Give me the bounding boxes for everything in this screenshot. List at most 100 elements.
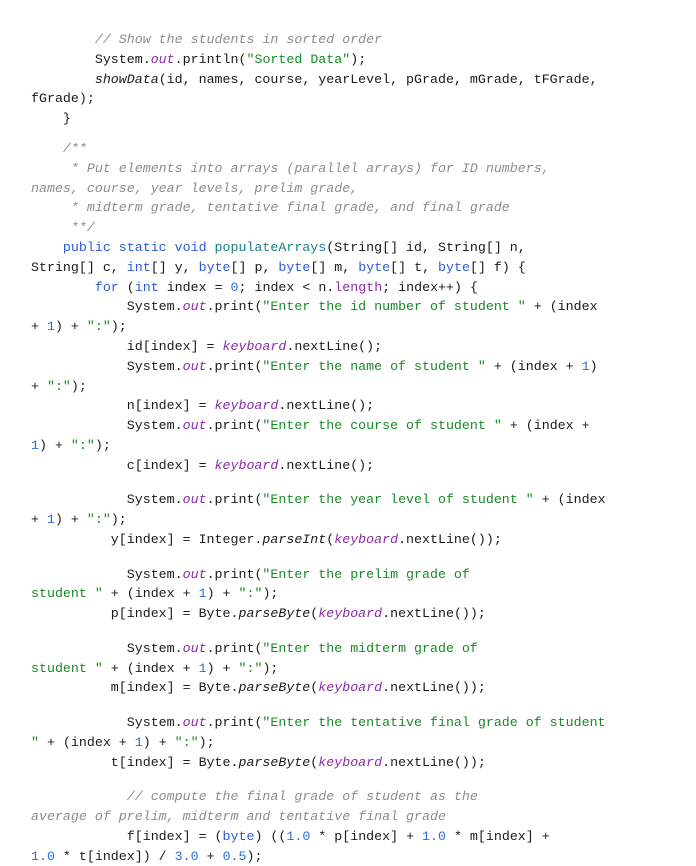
code-token: );	[246, 849, 263, 864]
code-token: ":"	[174, 735, 199, 750]
code-token: ; index++) {	[382, 280, 478, 295]
code-token: );	[70, 379, 87, 394]
code-token: .println(	[174, 52, 247, 67]
code-line: m[index] = Byte.parseByte(keyboard.nextL…	[31, 679, 486, 697]
code-token: 1.0	[31, 849, 55, 864]
code-line: public static void populateArrays(String…	[31, 239, 526, 257]
code-token: ) +	[142, 735, 175, 750]
code-token: .nextLine();	[286, 339, 383, 354]
code-token: System.	[31, 492, 183, 507]
code-line: System.out.print("Enter the prelim grade…	[31, 566, 470, 584]
code-token: System.	[31, 52, 151, 67]
code-token: out	[182, 418, 207, 433]
code-token: parseByte	[238, 755, 311, 770]
code-token: + (index +	[501, 418, 590, 433]
code-line: + 1) + ":");	[31, 511, 127, 529]
code-token: * Put elements into arrays (parallel arr…	[70, 161, 550, 176]
code-token: ":"	[86, 512, 111, 527]
code-line: c[index] = keyboard.nextLine();	[31, 457, 374, 475]
code-token: +	[31, 379, 47, 394]
code-token: .nextLine());	[398, 532, 502, 547]
code-token: +	[31, 512, 47, 527]
code-line: " + (index + 1) + ":");	[31, 734, 215, 752]
code-token: c[index] =	[31, 458, 215, 473]
code-token: out	[182, 641, 207, 656]
code-token: .print(	[206, 715, 263, 730]
code-token: 1	[31, 438, 39, 453]
code-token: .nextLine());	[382, 680, 486, 695]
code-line: /**	[31, 140, 87, 158]
code-token: .nextLine();	[278, 458, 375, 473]
code-token: )	[589, 359, 598, 374]
code-token: student "	[31, 586, 103, 601]
code-token: 1	[134, 735, 143, 750]
code-token: **/	[70, 220, 95, 235]
code-token: p[index] = Byte.	[31, 606, 239, 621]
code-token: [] m,	[310, 260, 359, 275]
code-line: // Show the students in sorted order	[31, 31, 382, 49]
code-token: (id, names, course, yearLevel, pGrade, m…	[158, 72, 598, 87]
code-token: id[index] =	[31, 339, 223, 354]
code-token: "Enter the id number of student "	[262, 299, 526, 314]
code-line: f[index] = (byte) ((1.0 * p[index] + 1.0…	[31, 828, 550, 846]
code-token: System.	[31, 715, 183, 730]
code-token: 1	[46, 512, 55, 527]
code-token: ) +	[206, 661, 239, 676]
code-token: out	[150, 52, 175, 67]
code-token: public static void	[62, 240, 215, 255]
code-line: showData(id, names, course, yearLevel, p…	[31, 71, 598, 89]
code-line: System.out.print("Enter the id number of…	[31, 298, 598, 316]
code-token: .print(	[206, 641, 263, 656]
code-line: + ":");	[31, 378, 87, 396]
code-token: ":"	[86, 319, 111, 334]
code-token: * m[index] +	[445, 829, 550, 844]
code-token: 1.0	[286, 829, 311, 844]
code-token: "Enter the course of student "	[262, 418, 502, 433]
code-line: student " + (index + 1) + ":");	[31, 585, 278, 603]
code-token: 1	[46, 319, 55, 334]
code-token: 3.0	[174, 849, 199, 864]
code-token: * p[index] +	[310, 829, 423, 844]
code-line: System.out.print("Enter the midterm grad…	[31, 640, 478, 658]
code-token: .nextLine();	[278, 398, 375, 413]
code-token: 1	[198, 586, 207, 601]
code-token: + (index +	[485, 359, 582, 374]
code-token: + (index +	[38, 735, 135, 750]
code-token: );	[94, 438, 111, 453]
code-token: byte	[222, 829, 255, 844]
code-token: index =	[158, 280, 231, 295]
code-token: * midterm grade, tentative final grade, …	[70, 200, 510, 215]
code-line: String[] c, int[] y, byte[] p, byte[] m,…	[31, 259, 526, 277]
code-token: ) +	[54, 512, 87, 527]
code-token: n[index] =	[31, 398, 215, 413]
code-token: );	[350, 52, 367, 67]
code-token: byte	[198, 260, 231, 275]
code-token: parseByte	[238, 680, 311, 695]
code-token: .print(	[206, 418, 263, 433]
code-token: .nextLine());	[382, 755, 486, 770]
code-token: // Show the students in sorted order	[94, 32, 383, 47]
code-token: );	[110, 512, 127, 527]
code-token: * t[index]) /	[54, 849, 175, 864]
code-token: 1.0	[422, 829, 446, 844]
code-token: .print(	[206, 299, 263, 314]
code-token: 1	[198, 661, 207, 676]
code-token: keyboard	[334, 532, 399, 547]
code-token: f[index] = (	[31, 829, 223, 844]
code-token: + (index	[533, 492, 606, 507]
code-token: ) ((	[254, 829, 287, 844]
code-token: student "	[31, 661, 103, 676]
code-token: out	[182, 492, 207, 507]
code-token: );	[262, 586, 279, 601]
code-token: .print(	[206, 567, 263, 582]
code-token: );	[262, 661, 279, 676]
code-token: System.	[31, 359, 183, 374]
code-token: +	[198, 849, 223, 864]
code-token: String[] c,	[31, 260, 127, 275]
code-token: fGrade);	[31, 91, 95, 106]
code-token: }	[31, 111, 71, 126]
